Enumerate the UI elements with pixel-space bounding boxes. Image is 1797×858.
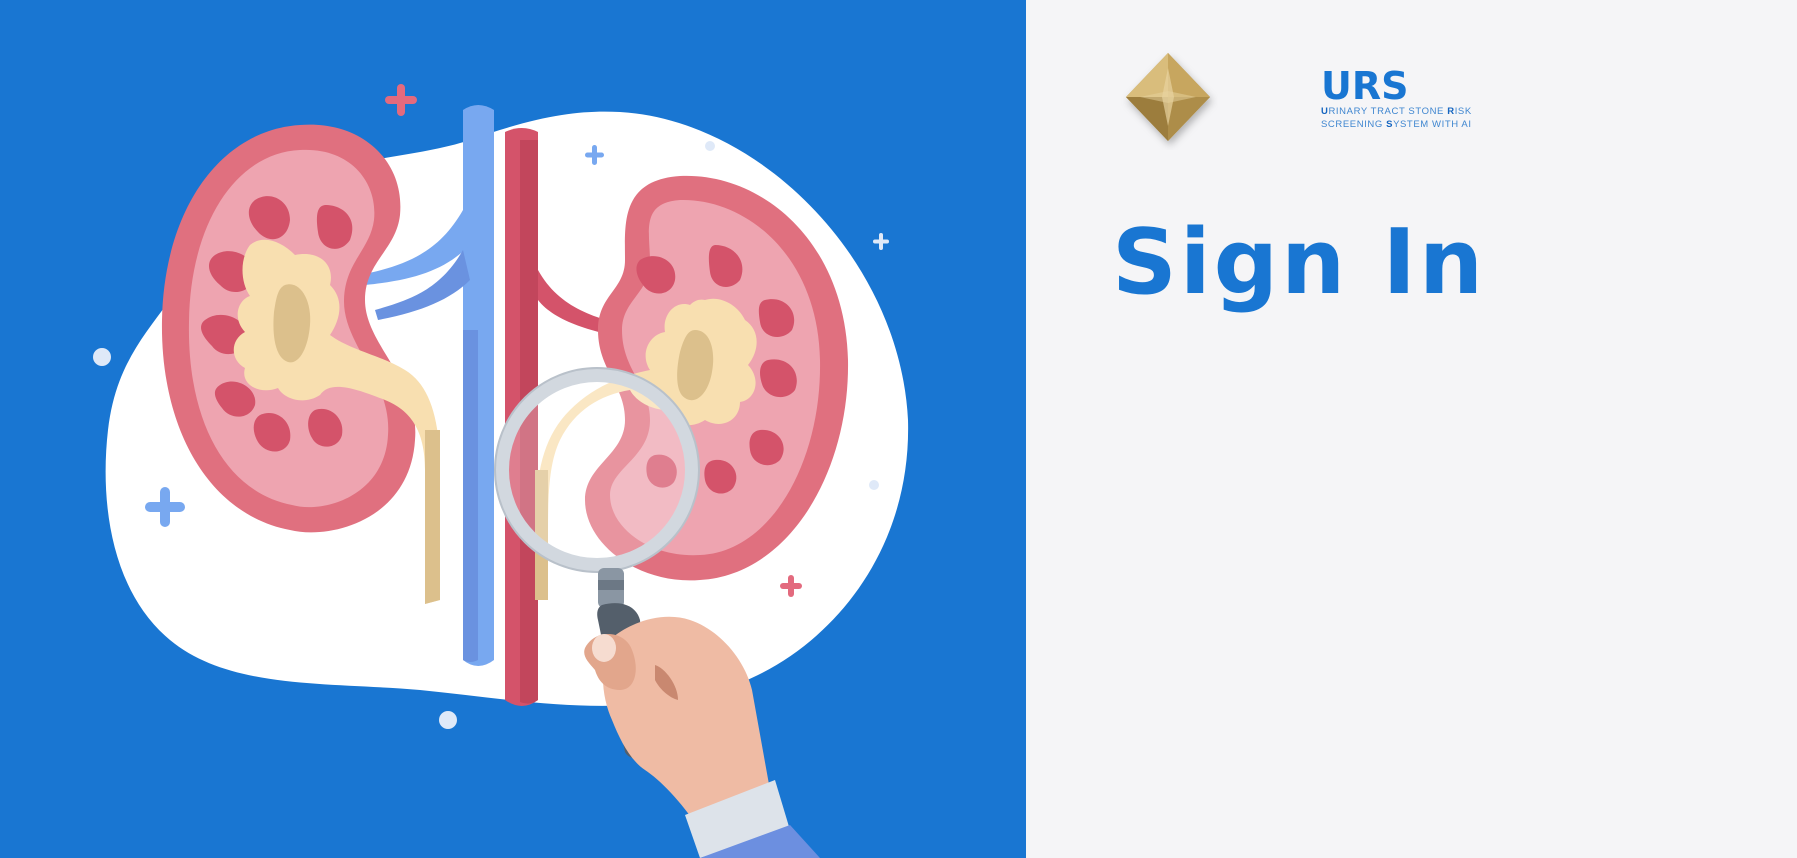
tagline-text: YSTEM WITH AI (1393, 118, 1472, 130)
tagline-text: RINARY TRACT STONE (1328, 106, 1448, 117)
page-title: Sign In (1112, 210, 1487, 315)
tagline-initial: R (1447, 106, 1455, 117)
tagline-text: SCREENING (1321, 118, 1387, 130)
decor-dot (705, 141, 715, 151)
decor-dot (439, 711, 457, 729)
decor-dot (869, 480, 879, 490)
decor-dot (93, 348, 111, 366)
diamond-logo-icon (1126, 53, 1210, 141)
tagline-text: ISK (1454, 106, 1472, 117)
hero-illustration-panel (0, 0, 1026, 858)
brand-text: URS URINARY TRACT STONE RISK SCREENING S… (1321, 66, 1472, 131)
sign-in-panel: URS URINARY TRACT STONE RISK SCREENING S… (1026, 0, 1797, 858)
brand-name: URS (1321, 64, 1409, 108)
brand-tagline-line-1: URINARY TRACT STONE RISK (1321, 106, 1472, 119)
brand-tagline-line-2: SCREENING SYSTEM WITH AI (1321, 119, 1472, 132)
plus-icon (385, 84, 417, 116)
plus-icon (873, 233, 889, 250)
kidney-illustration (93, 84, 909, 858)
